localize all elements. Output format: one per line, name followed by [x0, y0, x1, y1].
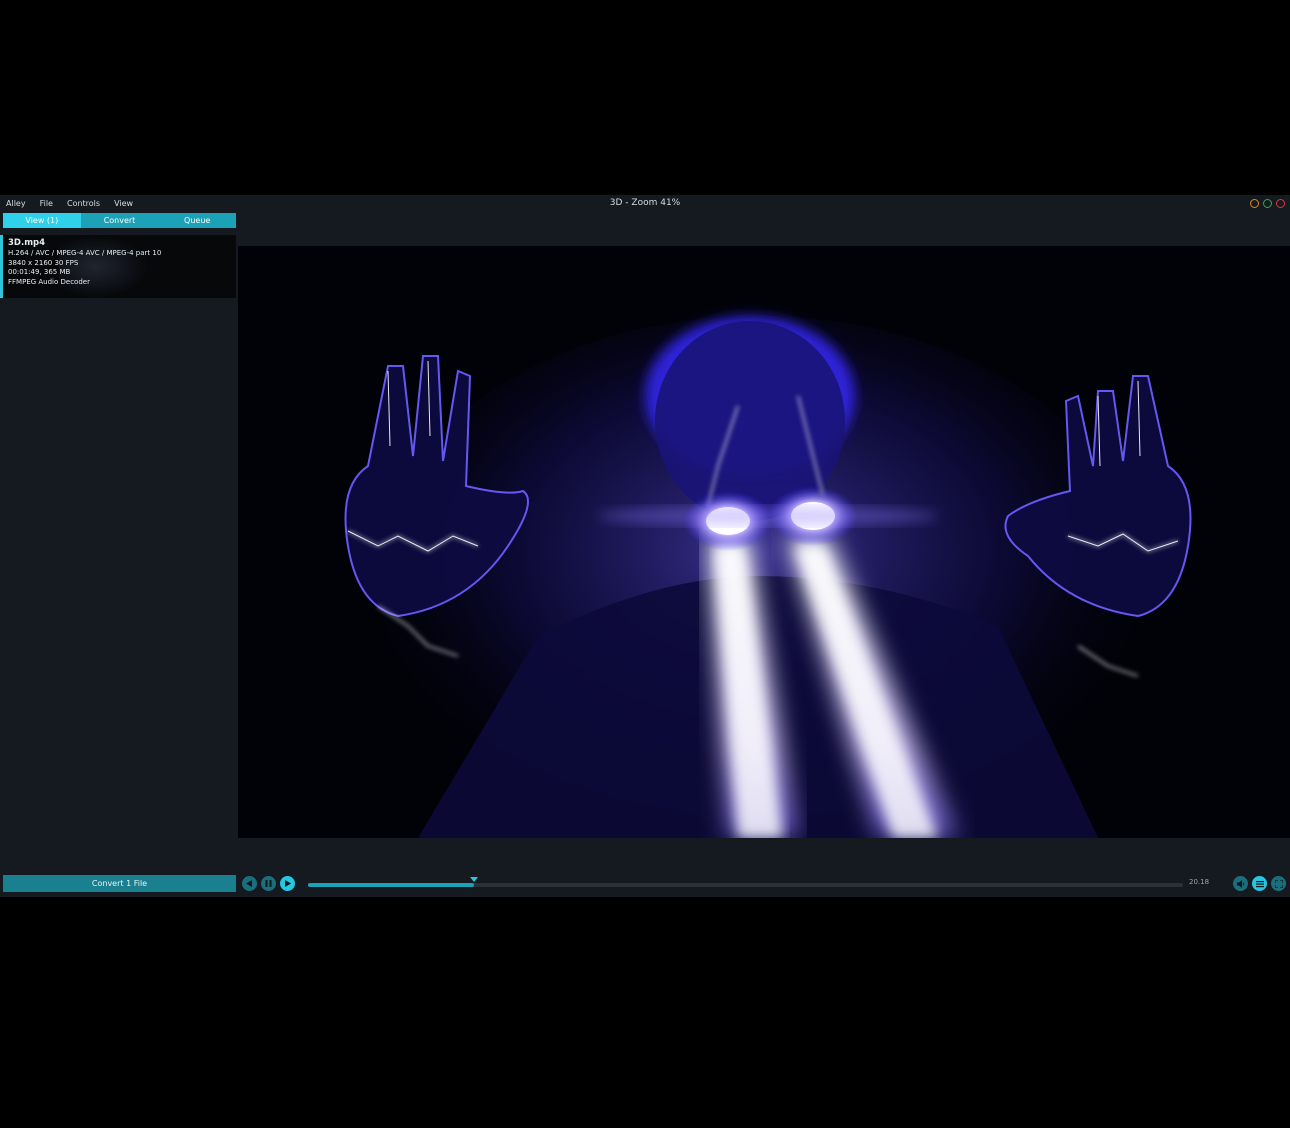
menu-file[interactable]: File: [34, 199, 61, 208]
file-sidebar: 3D.mp4 H.264 / AVC / MPEG-4 AVC / MPEG-4…: [0, 233, 237, 869]
close-icon[interactable]: [1276, 199, 1285, 208]
menu-view[interactable]: View: [108, 199, 141, 208]
seek-marker[interactable]: [470, 877, 479, 882]
file-codec: H.264 / AVC / MPEG-4 AVC / MPEG-4 part 1…: [8, 249, 162, 257]
menu-controls[interactable]: Controls: [61, 199, 108, 208]
file-name: 3D.mp4: [8, 238, 46, 248]
bottom-bar: Convert 1 File 20.18: [0, 875, 1290, 895]
file-duration-size: 00:01:49, 365 MB: [8, 268, 71, 276]
minimize-icon[interactable]: [1250, 199, 1259, 208]
tab-convert[interactable]: Convert: [81, 213, 159, 228]
volume-icon[interactable]: [1233, 876, 1248, 891]
menu-alley[interactable]: Alley: [0, 199, 34, 208]
video-frame[interactable]: [238, 246, 1290, 838]
pause-icon[interactable]: [261, 876, 276, 891]
playlist-icon[interactable]: [1252, 876, 1267, 891]
menu-bar: Alley File Controls View: [0, 195, 1290, 212]
file-audio: FFMPEG Audio Decoder: [8, 277, 90, 286]
convert-button[interactable]: Convert 1 File: [3, 875, 236, 892]
app-window: Alley File Controls View 3D - Zoom 41% V…: [0, 195, 1290, 897]
previous-icon[interactable]: [242, 876, 257, 891]
window-controls: [1250, 199, 1285, 208]
mode-tabs: View (1) Convert Queue: [3, 213, 236, 228]
tab-queue[interactable]: Queue: [158, 213, 236, 228]
fullscreen-icon[interactable]: [1271, 876, 1286, 891]
maximize-icon[interactable]: [1263, 199, 1272, 208]
seek-progress: [308, 883, 475, 887]
tab-view[interactable]: View (1): [3, 213, 81, 228]
video-image: [238, 246, 1290, 838]
file-list-item[interactable]: 3D.mp4 H.264 / AVC / MPEG-4 AVC / MPEG-4…: [0, 235, 236, 298]
file-resolution: 3840 x 2160 30 FPS: [8, 258, 79, 267]
time-label: 20.18: [1189, 878, 1210, 886]
play-icon[interactable]: [280, 876, 295, 891]
seek-bar[interactable]: [308, 877, 1183, 887]
